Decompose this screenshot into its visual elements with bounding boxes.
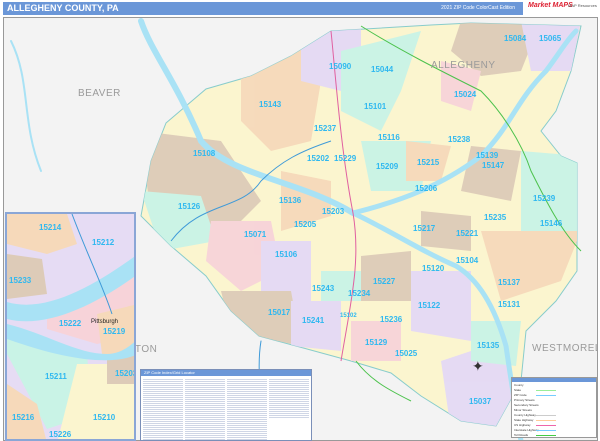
legend-swatch bbox=[536, 415, 556, 416]
zip-label: 15222 bbox=[59, 319, 82, 328]
zip-label: 15216 bbox=[12, 413, 35, 422]
city-label-pittsburgh: Pittsburgh bbox=[91, 319, 119, 325]
zip-label: 15239 bbox=[533, 194, 556, 203]
legend-item: Secondary Streets bbox=[514, 403, 539, 407]
zip-label: 15102 bbox=[340, 313, 357, 319]
zip-label: 15139 bbox=[476, 151, 499, 160]
zip-label: 15233 bbox=[9, 276, 32, 285]
zip-label: 15071 bbox=[244, 230, 267, 239]
zip-label: 15234 bbox=[348, 289, 371, 298]
legend-swatch bbox=[536, 430, 556, 431]
zip-label: 15131 bbox=[498, 300, 521, 309]
zip-label: 15241 bbox=[302, 316, 325, 325]
zip-label: 15206 bbox=[415, 184, 438, 193]
zip-label: 15210 bbox=[93, 413, 116, 422]
zip-label: 15106 bbox=[275, 250, 298, 259]
zip-label: 15235 bbox=[484, 213, 507, 222]
zip-label: 15037 bbox=[469, 397, 492, 406]
zip-label: 15090 bbox=[329, 62, 352, 71]
title-bar: ALLEGHENY COUNTY, PA 2021 ZIP Code Color… bbox=[3, 2, 523, 15]
zip-label: 15025 bbox=[395, 349, 418, 358]
zip-label: 15209 bbox=[376, 162, 399, 171]
legend-item: County bbox=[514, 383, 524, 387]
legend-swatch bbox=[536, 420, 556, 421]
zip-label: 15219 bbox=[103, 327, 126, 336]
zip-label: 15202 bbox=[307, 154, 330, 163]
region-label-westmoreland: WESTMORELAND bbox=[532, 343, 597, 354]
legend-item: County Highway bbox=[514, 413, 536, 417]
zip-label: 15126 bbox=[178, 202, 201, 211]
zip-label: 15227 bbox=[373, 277, 396, 286]
index-column bbox=[185, 378, 225, 440]
edition-label: 2021 ZIP Code ColorCast Edition bbox=[441, 5, 515, 11]
zip-label: 15212 bbox=[92, 238, 115, 247]
publisher-logo-text: MAP Resources bbox=[568, 3, 597, 8]
zip-label: 15129 bbox=[365, 338, 388, 347]
legend-item: Toll Roads bbox=[514, 433, 529, 437]
legend-header bbox=[512, 378, 596, 382]
region-label-allegheny: ALLEGHENY bbox=[431, 60, 496, 71]
zip-label: 15203 bbox=[322, 207, 345, 216]
zip-label: 15229 bbox=[334, 154, 357, 163]
legend-item: State Highway bbox=[514, 418, 534, 422]
zip-label: 15238 bbox=[448, 135, 471, 144]
zip-label: 15104 bbox=[456, 256, 479, 265]
index-title: ZIP Code Index/Grid Locator bbox=[141, 370, 311, 376]
legend-swatch bbox=[536, 395, 556, 396]
zip-label: 15217 bbox=[413, 224, 436, 233]
zip-label: 15017 bbox=[268, 308, 291, 317]
zip-label: 15215 bbox=[417, 158, 440, 167]
zip-label: 15120 bbox=[422, 264, 445, 273]
region-label-beaver: BEAVER bbox=[78, 88, 121, 99]
legend-item: Minor Streets bbox=[514, 408, 532, 412]
brand-logo: Market MAPS bbox=[528, 2, 573, 9]
zip-label: 15205 bbox=[294, 220, 317, 229]
zip-label: 15137 bbox=[498, 278, 521, 287]
zip-label: 15135 bbox=[477, 341, 500, 350]
index-column bbox=[269, 378, 309, 418]
zip-label: 15243 bbox=[312, 284, 335, 293]
legend-item: US Highway bbox=[514, 423, 531, 427]
publisher-logo: Market MAPS MAP Resources bbox=[528, 2, 598, 16]
compass-rose-icon: ✦ bbox=[472, 358, 484, 374]
zip-label: 15136 bbox=[279, 196, 302, 205]
zip-label: 15226 bbox=[49, 430, 72, 439]
zip-label: 15146 bbox=[540, 219, 563, 228]
zip-label: 15024 bbox=[454, 90, 477, 99]
zip-label: 15147 bbox=[482, 161, 505, 170]
zip-label: 15221 bbox=[456, 229, 479, 238]
zip-label: 15214 bbox=[39, 223, 62, 232]
zip-label: 15101 bbox=[364, 102, 387, 111]
zip-label: 15211 bbox=[45, 372, 67, 381]
legend-item: State bbox=[514, 388, 522, 392]
zip-index-table: ZIP Code Index/Grid Locator bbox=[140, 369, 312, 441]
pittsburgh-inset-map[interactable]: 15214 15212 15233 15222 Pittsburgh 15219… bbox=[5, 212, 136, 441]
zip-label: 15143 bbox=[259, 100, 282, 109]
legend-swatch bbox=[536, 425, 556, 426]
legend-swatch bbox=[536, 435, 556, 436]
zip-label: 15084 bbox=[504, 34, 527, 43]
zip-label: 15236 bbox=[380, 315, 403, 324]
zip-label: 15065 bbox=[539, 34, 562, 43]
zip-label: 15237 bbox=[314, 124, 337, 133]
zip-label: 15122 bbox=[418, 301, 441, 310]
legend-item: ZIP Code bbox=[514, 393, 527, 397]
zip-label: 15203 bbox=[115, 369, 136, 378]
map-legend: County State ZIP Code Primary Streets Se… bbox=[511, 377, 597, 438]
index-column bbox=[143, 378, 183, 440]
zip-label: 15108 bbox=[193, 149, 216, 158]
legend-swatch bbox=[536, 390, 556, 391]
index-column bbox=[227, 378, 267, 440]
map-title: ALLEGHENY COUNTY, PA bbox=[7, 3, 119, 13]
zip-label: 15044 bbox=[371, 65, 394, 74]
zip-label: 15116 bbox=[378, 133, 400, 142]
legend-item: Primary Streets bbox=[514, 398, 535, 402]
